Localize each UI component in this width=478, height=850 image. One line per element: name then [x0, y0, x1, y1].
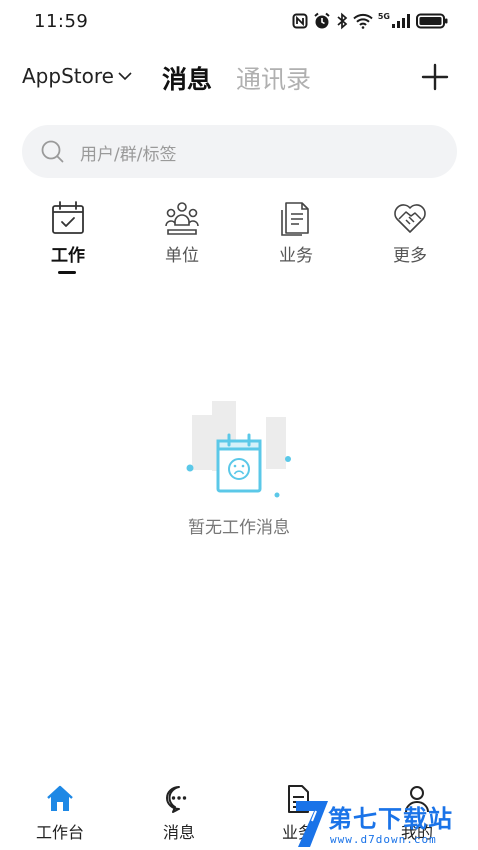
tab-contacts[interactable]: 通讯录 [236, 60, 311, 96]
watermark: 第七下载站 www.d7down.com [292, 795, 478, 850]
app-switcher[interactable]: AppStore [22, 64, 133, 88]
plus-icon[interactable] [420, 62, 450, 92]
watermark-url: www.d7down.com [330, 833, 437, 846]
top-header: AppStore 消息 通讯录 [0, 56, 478, 100]
home-icon [47, 785, 73, 811]
wifi-icon [353, 13, 373, 29]
status-bar: 11:59 5G [0, 0, 478, 44]
chat-bubble-icon [166, 786, 187, 813]
category-unit[interactable]: 单位 [142, 200, 222, 266]
category-more[interactable]: 更多 [370, 200, 450, 266]
category-unit-label: 单位 [165, 246, 199, 266]
nav-item-workbench-label: 工作台 [35, 823, 84, 842]
watermark-title: 第七下载站 [328, 805, 453, 833]
search-bar[interactable]: 用户/群/标签 [22, 125, 457, 178]
sad-calendar-icon [186, 401, 291, 498]
signal-icon [392, 14, 410, 28]
category-business[interactable]: 业务 [256, 200, 336, 266]
category-more-label: 更多 [393, 246, 427, 266]
app-switcher-label: AppStore [22, 64, 114, 88]
heart-handshake-icon [394, 204, 426, 233]
tab-messages[interactable]: 消息 [162, 60, 212, 96]
network-type-label: 5G [377, 11, 390, 21]
nav-item-workbench[interactable]: 工作台 [20, 784, 100, 843]
battery-icon [416, 13, 448, 29]
document-icon [281, 202, 309, 236]
calendar-check-icon [52, 201, 84, 234]
category-business-label: 业务 [279, 246, 313, 266]
people-group-icon [165, 202, 199, 235]
bluetooth-icon [337, 12, 348, 30]
nfc-icon [292, 13, 308, 29]
category-tabs: 工作 单位 业务 更多 [0, 200, 478, 280]
search-placeholder: 用户/群/标签 [80, 145, 177, 165]
empty-state-text: 暂无工作消息 [188, 518, 290, 538]
active-tab-indicator [58, 271, 76, 274]
nav-item-messages-label: 消息 [162, 823, 195, 842]
category-work[interactable]: 工作 [28, 200, 108, 266]
status-time: 11:59 [34, 11, 89, 32]
search-icon [41, 140, 64, 163]
chevron-down-icon [118, 72, 132, 81]
alarm-icon [314, 12, 330, 29]
nav-item-messages[interactable]: 消息 [139, 784, 219, 843]
watermark-logo-icon [296, 801, 328, 847]
category-work-label: 工作 [51, 246, 85, 266]
status-icons: 5G [292, 12, 448, 30]
